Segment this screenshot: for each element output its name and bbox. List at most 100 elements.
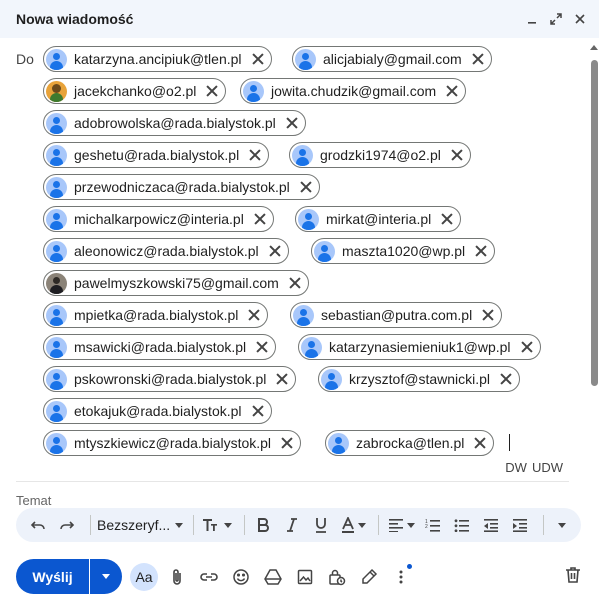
recipient-chip[interactable]: sebastian@putra.com.pl [290, 302, 503, 328]
recipient-email: geshetu@rada.bialystok.pl [74, 147, 240, 163]
recipient-chip[interactable]: msawicki@rada.bialystok.pl [43, 334, 277, 360]
recipient-chip[interactable]: michalkarpowicz@interia.pl [43, 206, 274, 232]
remove-recipient-icon[interactable] [288, 276, 302, 290]
remove-recipient-icon[interactable] [445, 84, 459, 98]
scroll-up-icon[interactable] [590, 45, 598, 50]
recipient-chip[interactable]: alicjabialy@gmail.com [292, 46, 492, 72]
remove-recipient-icon[interactable] [474, 244, 488, 258]
recipient-email: katarzynasiemieniuk1@wp.pl [329, 339, 511, 355]
recipient-chip[interactable]: etokajuk@rada.bialystok.pl [43, 398, 272, 424]
font-family-select[interactable]: Bezszeryf... [97, 517, 184, 533]
bulleted-list-icon[interactable] [450, 512, 474, 538]
avatar [46, 112, 67, 134]
remove-recipient-icon[interactable] [248, 148, 262, 162]
recipient-chip[interactable]: jowita.chudzik@gmail.com [240, 78, 467, 104]
remove-recipient-icon[interactable] [499, 372, 513, 386]
remove-recipient-icon[interactable] [473, 436, 487, 450]
recipient-chip[interactable]: katarzynasiemieniuk1@wp.pl [298, 334, 541, 360]
remove-recipient-icon[interactable] [285, 116, 299, 130]
remove-recipient-icon[interactable] [255, 340, 269, 354]
recipient-chip[interactable]: pskowronski@rada.bialystok.pl [43, 366, 297, 392]
subject-field[interactable]: Temat [16, 493, 51, 508]
recipient-email: pawelmyszkowski75@gmail.com [74, 275, 279, 291]
remove-recipient-icon[interactable] [275, 372, 289, 386]
recipient-chip[interactable]: krzysztof@stawnicki.pl [318, 366, 521, 392]
recipient-email: jacekchanko@o2.pl [74, 83, 197, 99]
recipient-email: aleonowicz@rada.bialystok.pl [74, 243, 259, 259]
drive-icon[interactable] [260, 562, 286, 592]
avatar [295, 48, 316, 70]
recipient-chip[interactable]: zabrocka@tlen.pl [325, 430, 495, 456]
remove-recipient-icon[interactable] [205, 84, 219, 98]
formatting-toggle-button[interactable]: Aa [130, 563, 158, 591]
link-icon[interactable] [196, 562, 222, 592]
send-button[interactable]: Wyślij [16, 559, 89, 594]
recipient-chip[interactable]: grodzki1974@o2.pl [289, 142, 471, 168]
remove-recipient-icon[interactable] [520, 340, 534, 354]
recipient-email: etokajuk@rada.bialystok.pl [74, 403, 242, 419]
avatar [46, 336, 67, 358]
remove-recipient-icon[interactable] [440, 212, 454, 226]
recipient-chip[interactable]: maszta1020@wp.pl [311, 238, 496, 264]
toolbar-separator [378, 515, 380, 535]
confidential-mode-icon[interactable] [324, 562, 350, 592]
recipient-chip[interactable]: mirkat@interia.pl [295, 206, 462, 232]
attach-icon[interactable] [164, 562, 190, 592]
outdent-icon[interactable] [479, 512, 503, 538]
recipient-chip[interactable]: pawelmyszkowski75@gmail.com [43, 270, 309, 296]
toolbar-separator [90, 515, 91, 535]
font-family-value: Bezszeryf... [97, 517, 171, 533]
bcc-link[interactable]: UDW [532, 460, 563, 475]
remove-recipient-icon[interactable] [471, 52, 485, 66]
text-color-icon[interactable] [338, 512, 368, 538]
send-options-button[interactable] [90, 559, 122, 594]
remove-recipient-icon[interactable] [299, 180, 313, 194]
recipient-chip[interactable]: mtyszkiewicz@rada.bialystok.pl [43, 430, 302, 456]
recipient-chip[interactable]: katarzyna.ancipiuk@tlen.pl [43, 46, 272, 72]
recipient-chip[interactable]: przewodniczaca@rada.bialystok.pl [43, 174, 320, 200]
minimize-icon[interactable] [523, 10, 541, 28]
photo-icon[interactable] [292, 562, 318, 592]
indent-icon[interactable] [508, 512, 532, 538]
undo-icon[interactable] [26, 512, 50, 538]
remove-recipient-icon[interactable] [280, 436, 294, 450]
recipient-chip[interactable]: geshetu@rada.bialystok.pl [43, 142, 270, 168]
numbered-list-icon[interactable]: 12 [421, 512, 445, 538]
remove-recipient-icon[interactable] [247, 308, 261, 322]
align-icon[interactable] [385, 512, 417, 538]
italic-icon[interactable] [280, 512, 304, 538]
more-formatting-icon[interactable] [550, 512, 574, 538]
to-label: Do [16, 51, 34, 67]
scrollbar-thumb[interactable] [591, 60, 598, 386]
recipient-email: mpietka@rada.bialystok.pl [74, 307, 239, 323]
remove-recipient-icon[interactable] [450, 148, 464, 162]
signature-icon[interactable] [356, 562, 382, 592]
send-group: Wyślij [16, 559, 122, 594]
delete-draft-icon[interactable] [565, 566, 583, 586]
avatar [46, 144, 67, 166]
cc-link[interactable]: DW [505, 460, 527, 475]
font-size-icon[interactable] [200, 512, 234, 538]
text-caret [509, 434, 510, 451]
remove-recipient-icon[interactable] [268, 244, 282, 258]
remove-recipient-icon[interactable] [253, 212, 267, 226]
avatar [314, 240, 335, 262]
recipient-email: mtyszkiewicz@rada.bialystok.pl [74, 435, 272, 451]
close-icon[interactable] [571, 10, 589, 28]
recipient-chip[interactable]: jacekchanko@o2.pl [43, 78, 227, 104]
recipient-chip[interactable]: aleonowicz@rada.bialystok.pl [43, 238, 289, 264]
recipient-chip[interactable]: mpietka@rada.bialystok.pl [43, 302, 269, 328]
underline-icon[interactable] [309, 512, 333, 538]
recipient-chip[interactable]: adobrowolska@rada.bialystok.pl [43, 110, 306, 136]
bold-icon[interactable] [251, 512, 275, 538]
more-options-icon[interactable] [388, 562, 414, 592]
redo-icon[interactable] [55, 512, 79, 538]
emoji-icon[interactable] [228, 562, 254, 592]
remove-recipient-icon[interactable] [251, 52, 265, 66]
remove-recipient-icon[interactable] [251, 404, 265, 418]
expand-icon[interactable] [547, 10, 565, 28]
recipient-email: przewodniczaca@rada.bialystok.pl [74, 179, 290, 195]
remove-recipient-icon[interactable] [481, 308, 495, 322]
avatar [46, 208, 67, 230]
recipient-email: mirkat@interia.pl [326, 211, 432, 227]
